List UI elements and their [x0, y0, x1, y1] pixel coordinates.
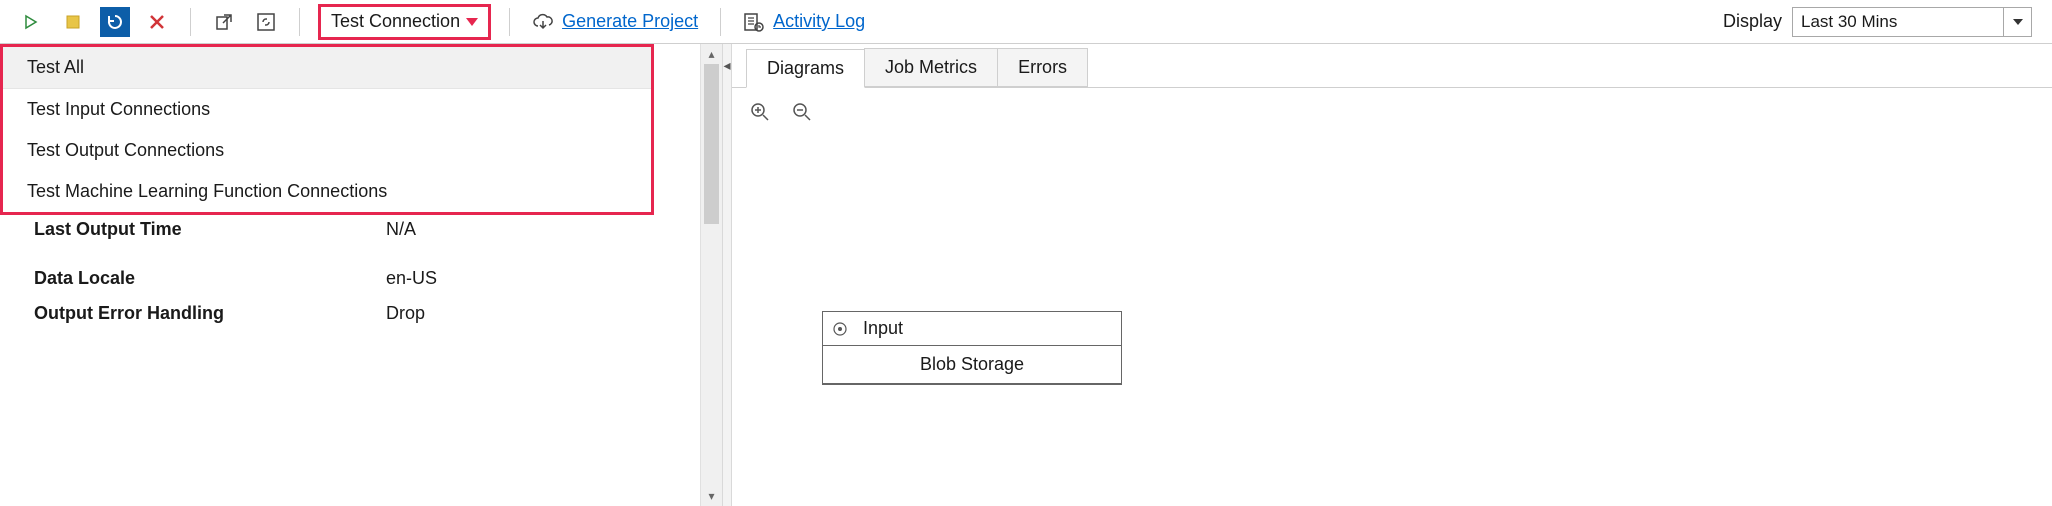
scroll-up-icon[interactable]: ▴	[701, 44, 722, 64]
tab-strip: Diagrams Job Metrics Errors	[732, 44, 2052, 88]
activity-log-icon	[743, 12, 765, 32]
prop-value: en-US	[386, 268, 437, 289]
separator	[509, 8, 510, 36]
generate-project-button[interactable]: Generate Project	[532, 11, 698, 32]
node-title: Input	[863, 318, 903, 339]
separator	[720, 8, 721, 36]
prop-value: N/A	[386, 219, 416, 240]
prop-row-last-output: Last Output Time N/A	[34, 219, 712, 240]
tab-errors[interactable]: Errors	[997, 48, 1088, 87]
diagram-toolbar	[732, 88, 2052, 141]
separator	[190, 8, 191, 36]
prop-key: Last Output Time	[34, 219, 386, 240]
cloud-download-icon	[532, 12, 554, 32]
input-icon	[833, 321, 849, 337]
menu-test-ml[interactable]: Test Machine Learning Function Connectio…	[3, 171, 651, 212]
tab-diagrams[interactable]: Diagrams	[746, 49, 865, 88]
menu-test-output[interactable]: Test Output Connections	[3, 130, 651, 171]
zoom-out-icon[interactable]	[792, 102, 812, 127]
separator	[299, 8, 300, 36]
display-label: Display	[1723, 11, 1782, 32]
menu-test-all[interactable]: Test All	[3, 47, 651, 89]
scrollbar-thumb[interactable]	[704, 64, 719, 224]
splitter[interactable]: ◂	[722, 44, 732, 506]
vertical-scrollbar[interactable]: ▴ ▾	[700, 44, 722, 506]
prop-row-error-handling: Output Error Handling Drop	[34, 303, 712, 324]
zoom-in-icon[interactable]	[750, 102, 770, 127]
delete-icon[interactable]	[142, 7, 172, 37]
test-connection-menu: Test All Test Input Connections Test Out…	[0, 44, 654, 215]
right-pane: Diagrams Job Metrics Errors Input Blob S…	[732, 44, 2052, 506]
chevron-down-icon	[2003, 8, 2031, 36]
stop-icon[interactable]	[58, 7, 88, 37]
chevron-down-icon	[466, 18, 478, 26]
left-pane: Test All Test Input Connections Test Out…	[0, 44, 722, 506]
prop-row-data-locale: Data Locale en-US	[34, 268, 712, 289]
node-subtitle: Blob Storage	[823, 346, 1121, 384]
node-header: Input	[823, 312, 1121, 346]
test-connection-dropdown[interactable]: Test Connection	[318, 4, 491, 40]
scroll-down-icon[interactable]: ▾	[701, 486, 722, 506]
open-external-icon[interactable]	[209, 7, 239, 37]
refresh-icon[interactable]	[100, 7, 130, 37]
collapse-left-icon[interactable]: ◂	[723, 57, 730, 74]
prop-value: Drop	[386, 303, 425, 324]
display-select[interactable]: Last 30 Mins	[1792, 7, 2032, 37]
tab-job-metrics[interactable]: Job Metrics	[864, 48, 998, 87]
toolbar: Test Connection Generate Project Activit…	[0, 0, 2052, 44]
prop-key: Output Error Handling	[34, 303, 386, 324]
menu-test-input[interactable]: Test Input Connections	[3, 89, 651, 130]
generate-project-label: Generate Project	[562, 11, 698, 32]
content-area: Test All Test Input Connections Test Out…	[0, 44, 2052, 506]
link-icon[interactable]	[251, 7, 281, 37]
activity-log-button[interactable]: Activity Log	[743, 11, 865, 32]
activity-log-label: Activity Log	[773, 11, 865, 32]
diagram-node-input[interactable]: Input Blob Storage	[822, 311, 1122, 385]
display-select-value: Last 30 Mins	[1793, 12, 2003, 32]
play-icon[interactable]	[16, 7, 46, 37]
test-connection-label: Test Connection	[331, 11, 460, 32]
prop-key: Data Locale	[34, 268, 386, 289]
display-filter: Display Last 30 Mins	[1723, 7, 2042, 37]
